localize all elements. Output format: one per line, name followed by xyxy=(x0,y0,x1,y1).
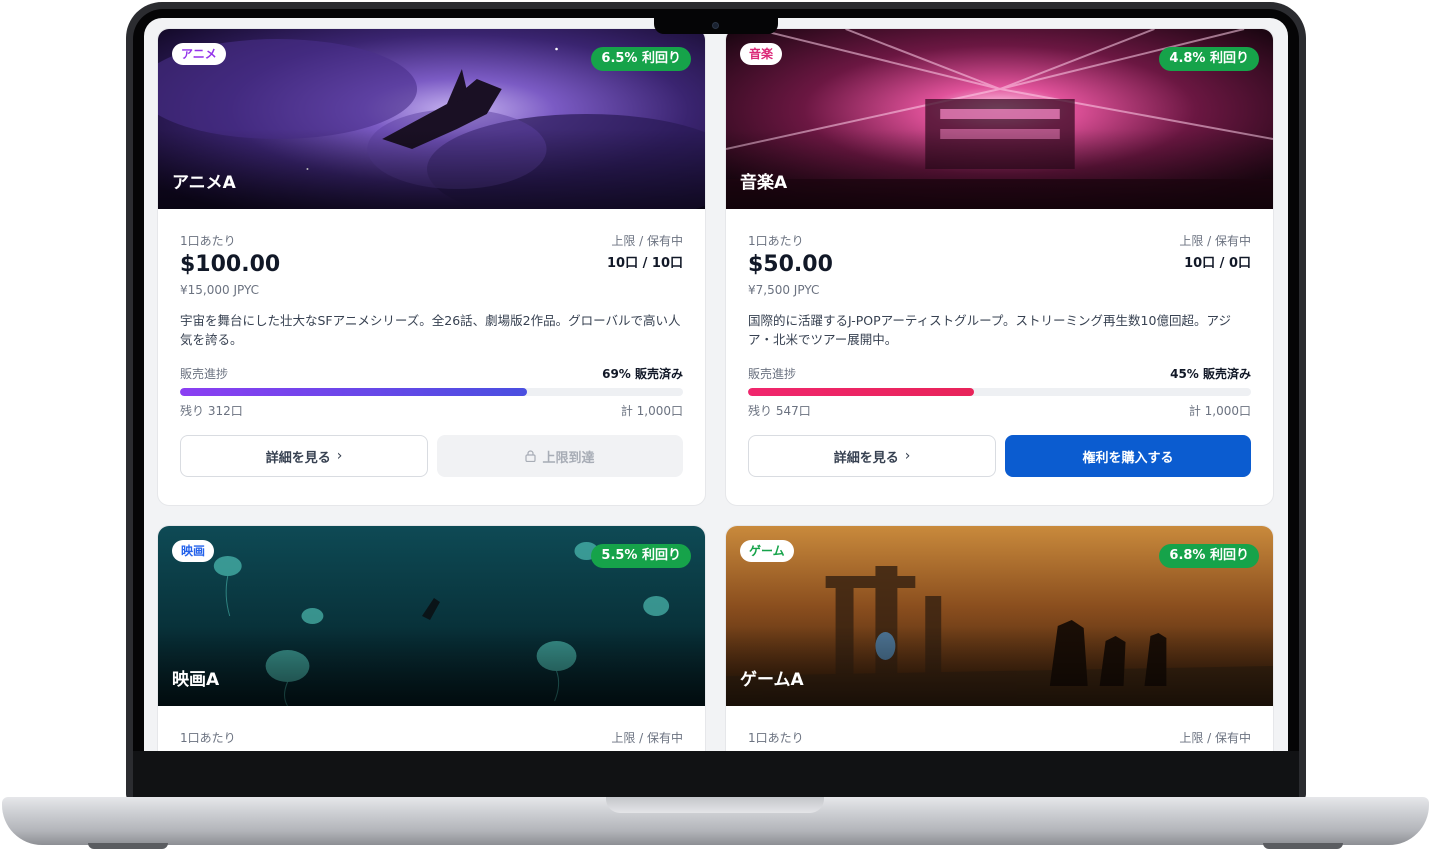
card-title: アニメA xyxy=(172,173,236,193)
limit-label: 上限 / 保有中 xyxy=(1179,731,1251,745)
laptop-foot xyxy=(1263,843,1343,849)
detail-button[interactable]: 詳細を見る › xyxy=(748,435,996,477)
card-hero-image: 映画 5.5% 利回り 映画A xyxy=(158,526,705,706)
category-badge: アニメ xyxy=(172,43,226,65)
unit-price: $50.00 xyxy=(748,252,833,277)
card-title: ゲームA xyxy=(740,670,804,690)
total-units: 計 1,000口 xyxy=(620,404,683,418)
unit-label: 1口あたり xyxy=(180,234,236,248)
yield-badge: 5.5% 利回り xyxy=(591,544,691,568)
yield-badge: 6.8% 利回り xyxy=(1159,544,1259,568)
card-description: 宇宙を舞台にした壮大なSFアニメシリーズ。全26話、劇場版2作品。グローバルで高… xyxy=(180,313,681,347)
product-card-game: ゲーム 6.8% 利回り ゲームA 1口あたり 上限 / 保有中 xyxy=(725,525,1274,751)
product-card-music: 音楽 4.8% 利回り 音楽A 1口あたり $50.00 ¥7,500 JPYC… xyxy=(725,28,1274,506)
card-description: 国際的に活躍するJ-POPアーティストグループ。ストリーミング再生数10億回超。… xyxy=(748,313,1231,347)
progress-label: 販売進捗 xyxy=(748,367,797,381)
yield-badge: 4.8% 利回り xyxy=(1159,47,1259,71)
app-screen: アニメ 6.5% 利回り アニメA 1口あたり $100.00 ¥15,000 … xyxy=(144,18,1288,751)
unit-label: 1口あたり xyxy=(180,731,236,745)
card-hero-image: アニメ 6.5% 利回り アニメA xyxy=(158,29,705,209)
product-card-anime: アニメ 6.5% 利回り アニメA 1口あたり $100.00 ¥15,000 … xyxy=(157,28,706,506)
category-badge: 音楽 xyxy=(740,43,783,65)
limit-value: 10口 / 0口 xyxy=(1184,256,1251,271)
chevron-right-icon: › xyxy=(336,448,343,464)
laptop-foot xyxy=(88,843,168,849)
progress-label: 販売進捗 xyxy=(180,367,229,381)
unit-price: $100.00 xyxy=(180,252,281,277)
limit-value: 10口 / 10口 xyxy=(607,256,683,271)
unit-label: 1口あたり xyxy=(748,731,804,745)
limit-reached-button[interactable]: 上限到達 xyxy=(437,435,683,477)
purchase-rights-button[interactable]: 権利を購入する xyxy=(1005,435,1251,477)
category-badge: ゲーム xyxy=(740,540,794,562)
laptop-opening-groove xyxy=(606,797,824,813)
lock-icon xyxy=(525,450,537,462)
total-units: 計 1,000口 xyxy=(1188,404,1251,418)
jpyc-price: ¥15,000 JPYC xyxy=(180,283,260,297)
card-hero-image: ゲーム 6.8% 利回り ゲームA xyxy=(726,526,1273,706)
product-card-movie: 映画 5.5% 利回り 映画A 1口あたり 上限 / 保有中 xyxy=(157,525,706,751)
jpyc-price: ¥7,500 JPYC xyxy=(748,283,820,297)
unit-label: 1口あたり xyxy=(748,234,804,248)
progress-track xyxy=(180,388,683,396)
progress-percent: 69% 販売済み xyxy=(602,367,683,381)
laptop-chin xyxy=(133,751,1299,797)
progress-percent: 45% 販売済み xyxy=(1170,367,1251,381)
progress-fill xyxy=(748,388,975,396)
remaining-units: 残り 547口 xyxy=(748,404,811,418)
camera-icon xyxy=(712,22,719,29)
category-badge: 映画 xyxy=(172,540,215,562)
limit-label: 上限 / 保有中 xyxy=(1179,234,1251,248)
chevron-right-icon: › xyxy=(904,448,911,464)
card-title: 映画A xyxy=(172,670,220,690)
progress-fill xyxy=(180,388,528,396)
progress-track xyxy=(748,388,1251,396)
detail-button[interactable]: 詳細を見る › xyxy=(180,435,428,477)
yield-badge: 6.5% 利回り xyxy=(591,47,691,71)
laptop-mockup: アニメ 6.5% 利回り アニメA 1口あたり $100.00 ¥15,000 … xyxy=(0,0,1431,853)
card-title: 音楽A xyxy=(740,173,788,193)
remaining-units: 残り 312口 xyxy=(180,404,243,418)
card-hero-image: 音楽 4.8% 利回り 音楽A xyxy=(726,29,1273,209)
limit-label: 上限 / 保有中 xyxy=(611,234,683,248)
limit-label: 上限 / 保有中 xyxy=(611,731,683,745)
